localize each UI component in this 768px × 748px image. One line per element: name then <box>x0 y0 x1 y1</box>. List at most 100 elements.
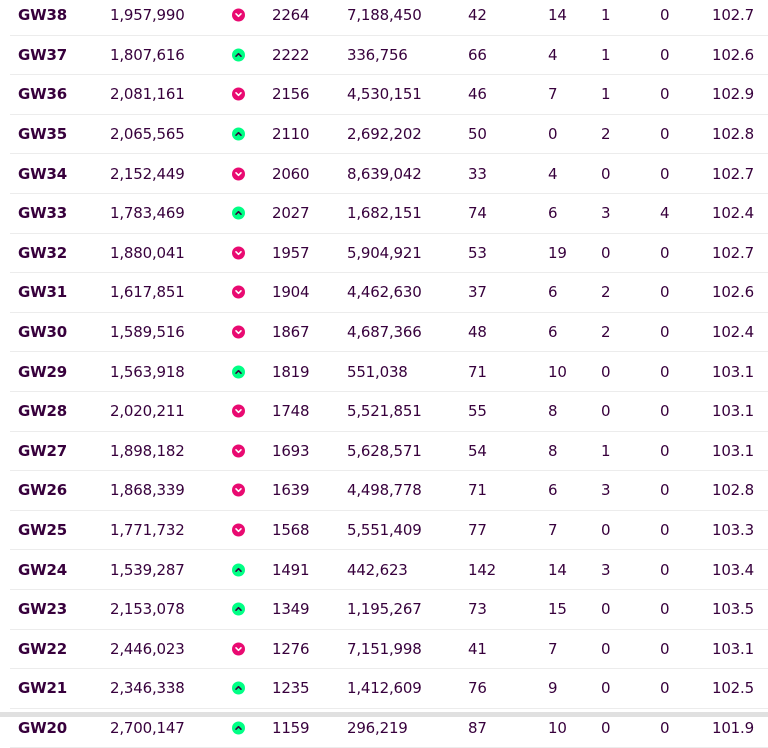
table-row: GW24 1,539,287 1491 442,623 142 14 3 0 1… <box>10 550 768 590</box>
stat-cell-d: 0 <box>660 639 670 658</box>
rank-cell: 1819 <box>272 362 310 381</box>
gameweek-label: GW35 <box>18 125 67 144</box>
value-cell: 102.7 <box>712 164 754 183</box>
table-row: GW36 2,081,161 2156 4,530,151 46 7 1 0 1… <box>10 75 768 115</box>
stat-cell-d: 0 <box>660 441 670 460</box>
value-cell: 101.9 <box>712 718 754 737</box>
stat-cell-a: 55 <box>468 402 487 421</box>
rank-cell: 1867 <box>272 323 310 342</box>
table-row: GW32 1,880,041 1957 5,904,921 53 19 0 0 … <box>10 234 768 274</box>
value-cell: 103.3 <box>712 521 754 540</box>
points-cell: 1,617,851 <box>110 283 185 302</box>
points-cell: 2,081,161 <box>110 85 185 104</box>
gameweek-label: GW25 <box>18 521 67 540</box>
stat-cell-c: 1 <box>601 6 611 25</box>
stat-cell-d: 0 <box>660 600 670 619</box>
stat-cell-d: 0 <box>660 362 670 381</box>
stat-cell-a: 66 <box>468 45 487 64</box>
stat-cell-c: 0 <box>601 243 611 262</box>
value-cell: 102.5 <box>712 679 754 698</box>
stat-cell-d: 0 <box>660 6 670 25</box>
stat-cell-c: 2 <box>601 125 611 144</box>
stat-cell-a: 53 <box>468 243 487 262</box>
value-cell: 103.1 <box>712 402 754 421</box>
gameweek-label: GW36 <box>18 85 67 104</box>
value-cell: 102.7 <box>712 6 754 25</box>
table-row: GW35 2,065,565 2110 2,692,202 50 0 2 0 1… <box>10 115 768 155</box>
stat-cell-d: 0 <box>660 125 670 144</box>
table-row: GW29 1,563,918 1819 551,038 71 10 0 0 10… <box>10 352 768 392</box>
points-cell: 1,783,469 <box>110 204 185 223</box>
transfers-cell: 7,151,998 <box>347 639 422 658</box>
rank-cell: 1235 <box>272 679 310 698</box>
gameweek-label: GW23 <box>18 600 67 619</box>
chevron-up-icon <box>232 681 245 695</box>
value-cell: 103.5 <box>712 600 754 619</box>
stat-cell-c: 0 <box>601 362 611 381</box>
stat-cell-a: 48 <box>468 323 487 342</box>
transfers-cell: 5,521,851 <box>347 402 422 421</box>
table-row: GW22 2,446,023 1276 7,151,998 41 7 0 0 1… <box>10 630 768 670</box>
rank-cell: 1491 <box>272 560 310 579</box>
stat-cell-d: 0 <box>660 481 670 500</box>
points-cell: 1,898,182 <box>110 441 185 460</box>
chevron-down-icon <box>232 523 245 537</box>
stat-cell-b: 14 <box>548 560 567 579</box>
chevron-down-icon <box>232 642 245 656</box>
chevron-down-icon <box>232 444 245 458</box>
chevron-up-icon <box>232 365 245 379</box>
stat-cell-b: 7 <box>548 521 558 540</box>
points-cell: 2,446,023 <box>110 639 185 658</box>
points-cell: 2,152,449 <box>110 164 185 183</box>
stat-cell-a: 54 <box>468 441 487 460</box>
rank-cell: 2156 <box>272 85 310 104</box>
transfers-cell: 5,551,409 <box>347 521 422 540</box>
gameweek-label: GW34 <box>18 164 67 183</box>
stat-cell-a: 142 <box>468 560 497 579</box>
value-cell: 103.1 <box>712 441 754 460</box>
stat-cell-b: 6 <box>548 283 558 302</box>
value-cell: 103.1 <box>712 639 754 658</box>
stat-cell-d: 4 <box>660 204 670 223</box>
points-cell: 2,065,565 <box>110 125 185 144</box>
gameweek-label: GW29 <box>18 362 67 381</box>
stat-cell-a: 77 <box>468 521 487 540</box>
stat-cell-d: 0 <box>660 679 670 698</box>
stat-cell-c: 1 <box>601 441 611 460</box>
chevron-up-icon <box>232 206 245 220</box>
gameweek-label: GW37 <box>18 45 67 64</box>
points-cell: 2,153,078 <box>110 600 185 619</box>
stat-cell-b: 7 <box>548 85 558 104</box>
rank-cell: 2060 <box>272 164 310 183</box>
transfers-cell: 7,188,450 <box>347 6 422 25</box>
chevron-down-icon <box>232 483 245 497</box>
chevron-up-icon <box>232 48 245 62</box>
stat-cell-b: 6 <box>548 204 558 223</box>
stat-cell-c: 2 <box>601 283 611 302</box>
stat-cell-c: 2 <box>601 323 611 342</box>
chevron-down-icon <box>232 8 245 22</box>
points-cell: 1,807,616 <box>110 45 185 64</box>
rank-cell: 1693 <box>272 441 310 460</box>
stat-cell-b: 8 <box>548 441 558 460</box>
chevron-down-icon <box>232 285 245 299</box>
table-row: GW38 1,957,990 2264 7,188,450 42 14 1 0 … <box>10 0 768 36</box>
stat-cell-b: 8 <box>548 402 558 421</box>
stat-cell-c: 3 <box>601 204 611 223</box>
stat-cell-c: 0 <box>601 521 611 540</box>
table-row: GW28 2,020,211 1748 5,521,851 55 8 0 0 1… <box>10 392 768 432</box>
stat-cell-c: 0 <box>601 164 611 183</box>
stat-cell-a: 41 <box>468 639 487 658</box>
value-cell: 103.4 <box>712 560 754 579</box>
value-cell: 102.4 <box>712 204 754 223</box>
stat-cell-b: 10 <box>548 362 567 381</box>
horizontal-scrollbar[interactable] <box>0 712 768 717</box>
transfers-cell: 4,687,366 <box>347 323 422 342</box>
chevron-up-icon <box>232 563 245 577</box>
gameweek-label: GW26 <box>18 481 67 500</box>
transfers-cell: 551,038 <box>347 362 408 381</box>
table-row: GW37 1,807,616 2222 336,756 66 4 1 0 102… <box>10 36 768 76</box>
stat-cell-a: 71 <box>468 362 487 381</box>
value-cell: 102.9 <box>712 85 754 104</box>
transfers-cell: 8,639,042 <box>347 164 422 183</box>
